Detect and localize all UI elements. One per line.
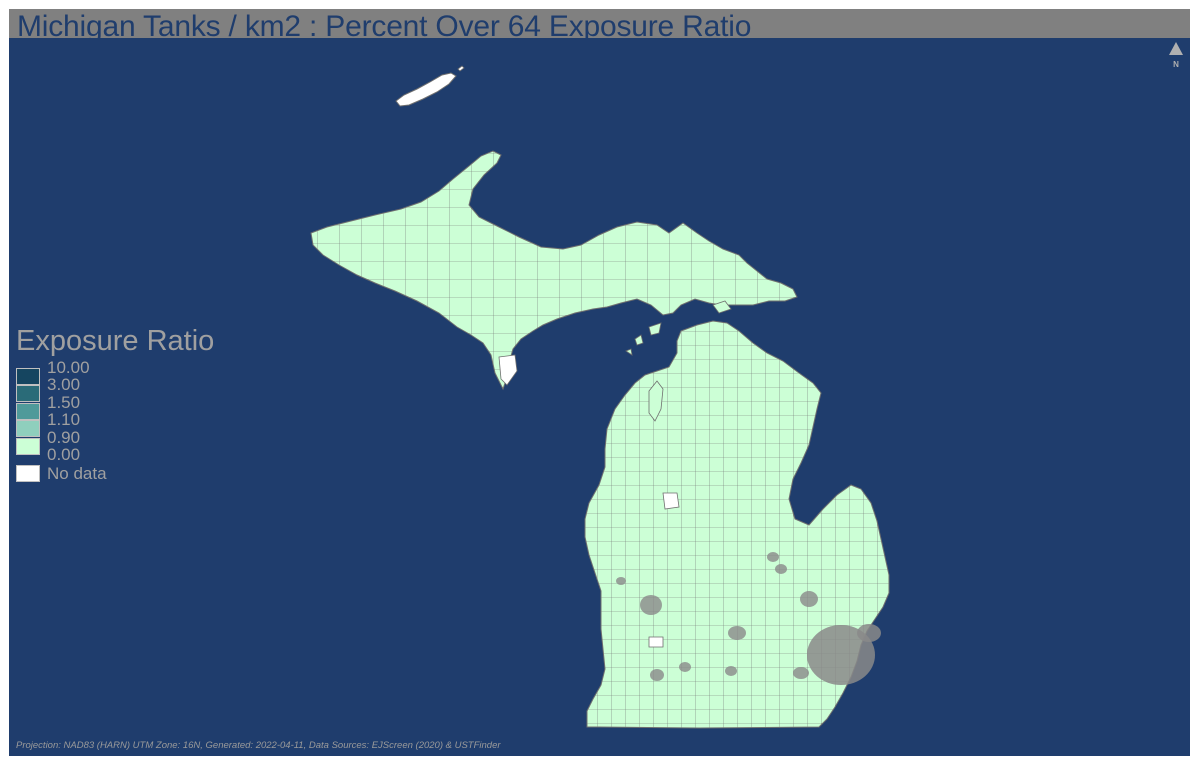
north-arrow-icon xyxy=(1169,42,1183,55)
legend-item: 10.00 xyxy=(16,358,214,385)
legend-item: 1.10 xyxy=(16,410,214,438)
lower-peninsula xyxy=(584,320,890,729)
legend-item: 3.00 xyxy=(16,375,214,403)
isle-royale-fragment xyxy=(457,65,465,72)
map-title: Michigan Tanks / km2 : Percent Over 64 E… xyxy=(17,10,752,38)
no-data-label: No data xyxy=(47,464,107,483)
north-label: N xyxy=(1173,60,1179,69)
legend-item: 1.50 xyxy=(16,392,214,420)
legend-label: 0.90 xyxy=(47,427,81,447)
legend-no-data: No data xyxy=(16,464,156,484)
legend-label: 1.50 xyxy=(47,392,81,412)
legend-label: 3.00 xyxy=(47,375,81,395)
isle-royale xyxy=(395,72,457,107)
map-footer: Projection: NAD83 (HARN) UTM Zone: 16N, … xyxy=(16,740,501,751)
legend-item: 0.90 xyxy=(16,427,214,455)
legend: Exposure Ratio 10.00 3.00 1.50 1.10 0.90 xyxy=(16,325,214,463)
legend-label: 1.10 xyxy=(47,410,81,430)
title-bar: Michigan Tanks / km2 : Percent Over 64 E… xyxy=(9,9,1190,38)
legend-label: 0.00 xyxy=(47,444,81,464)
legend-items: 10.00 3.00 1.50 1.10 0.90 0.00 xyxy=(16,359,214,463)
no-data-tract-southwest xyxy=(648,636,664,648)
no-data-tract-north xyxy=(662,492,680,510)
legend-item: 0.00 xyxy=(16,446,214,463)
no-data-swatch xyxy=(16,465,40,482)
legend-label: 10.00 xyxy=(47,358,90,377)
north-arrow: N xyxy=(1168,42,1184,69)
map-frame: Michigan Tanks / km2 : Percent Over 64 E… xyxy=(9,9,1190,756)
legend-title: Exposure Ratio xyxy=(16,325,215,357)
